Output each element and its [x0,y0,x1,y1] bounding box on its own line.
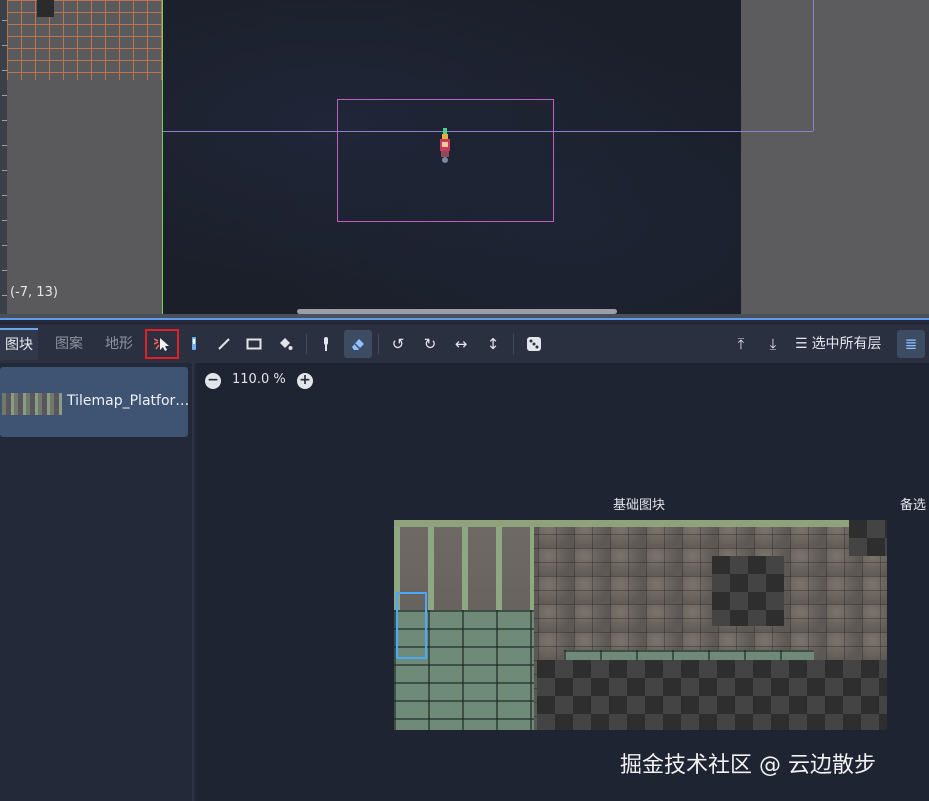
vertical-ruler [0,0,7,318]
tab-terrains[interactable]: 地形 [100,328,138,360]
toolbar-separator [378,334,379,354]
base-tiles-label: 基础图块 [613,498,666,513]
random-tile-button[interactable] [520,330,548,358]
zoom-level: 110.0 % [232,372,286,387]
zoom-out-button[interactable]: − [205,373,221,389]
select-all-layers-label: 选中所有层 [811,336,882,352]
line-tool-button[interactable] [210,330,238,358]
select-cursor-icon [153,338,169,351]
list-icon: ☰ [795,336,808,352]
rect-tool-button[interactable] [240,330,268,358]
eraser-tool-button[interactable] [344,330,372,358]
empty-tile-area [849,520,887,556]
y-axis-line [162,0,163,318]
rotate-right-button[interactable]: ↻ [416,330,444,358]
rectangle-icon [246,338,262,350]
tab-patterns[interactable]: 图案 [50,328,88,360]
toolbar-separator [306,334,307,354]
cursor-coordinates: (-7, 13) [10,285,58,300]
zoom-in-button[interactable]: + [297,373,313,389]
layer-down-button[interactable]: ⤓ [759,330,787,358]
empty-tile-area [537,660,887,730]
tile-sources-panel: Tilemap_Platfor… [0,363,194,801]
flip-vertical-button[interactable]: ↕ [479,330,507,358]
select-tool-button[interactable] [145,329,179,359]
random-dice-icon [527,337,541,351]
rotate-right-icon: ↻ [423,335,437,353]
atlas-moss-edge [394,520,887,527]
panel-divider[interactable] [0,318,929,320]
selected-tile-highlight[interactable] [396,592,427,659]
picker-tool-button[interactable] [312,330,340,358]
layer-up-button[interactable]: ⤒ [727,330,755,358]
rotate-left-button[interactable]: ↺ [384,330,412,358]
tilemap-editor: (-7, 13) 图块 图案 地形 ↺ ↻ ↔ ↕ ⤒ ⤓ ☰ 选中所有层 ≣ … [0,0,929,801]
toolbar-separator [513,334,514,354]
empty-tile-area [712,556,784,626]
select-all-layers-button[interactable]: ☰ 选中所有层 [795,330,882,358]
bucket-tool-button[interactable] [271,330,299,358]
eraser-icon [352,339,364,350]
scene-viewport[interactable]: (-7, 13) [0,0,929,318]
painted-cell [37,0,54,17]
flip-vertical-icon: ↕ [486,335,500,353]
toggle-grid-button[interactable]: ≣ [897,330,925,358]
tile-grid-overlay [7,0,162,80]
bucket-fill-icon [280,338,293,350]
watermark-text: 掘金技术社区 @ 云边散步 [620,753,876,778]
paint-tool-button[interactable] [180,330,208,358]
viewport-limit-line [813,0,814,131]
line-icon [218,338,230,350]
tilemap-toolbar: 图块 图案 地形 ↺ ↻ ↔ ↕ ⤒ ⤓ ☰ 选中所有层 ≣ [0,323,929,363]
paint-brush-icon [192,337,196,350]
flip-horizontal-button[interactable]: ↔ [447,330,475,358]
picker-icon [324,337,328,351]
layer-up-icon: ⤒ [737,335,745,353]
outside-area [741,0,929,314]
tile-atlas-view[interactable]: − 110.0 % + 基础图块 备选 掘金技术社区 @ 云边散步 [196,363,929,801]
tile-source-item[interactable]: Tilemap_Platfor… [0,367,190,437]
rotate-left-icon: ↺ [391,335,405,353]
tile-list-icon: ≣ [904,335,918,353]
tileset-atlas-image[interactable] [394,520,887,730]
player-sprite[interactable] [437,128,453,164]
tab-tiles[interactable]: 图块 [0,328,38,360]
tileset-thumbnail [2,393,62,415]
flip-horizontal-icon: ↔ [454,335,468,353]
tile-source-name: Tilemap_Platfor… [67,393,190,409]
layer-down-icon: ⤓ [769,335,777,353]
alternative-tiles-label: 备选 [900,498,927,513]
